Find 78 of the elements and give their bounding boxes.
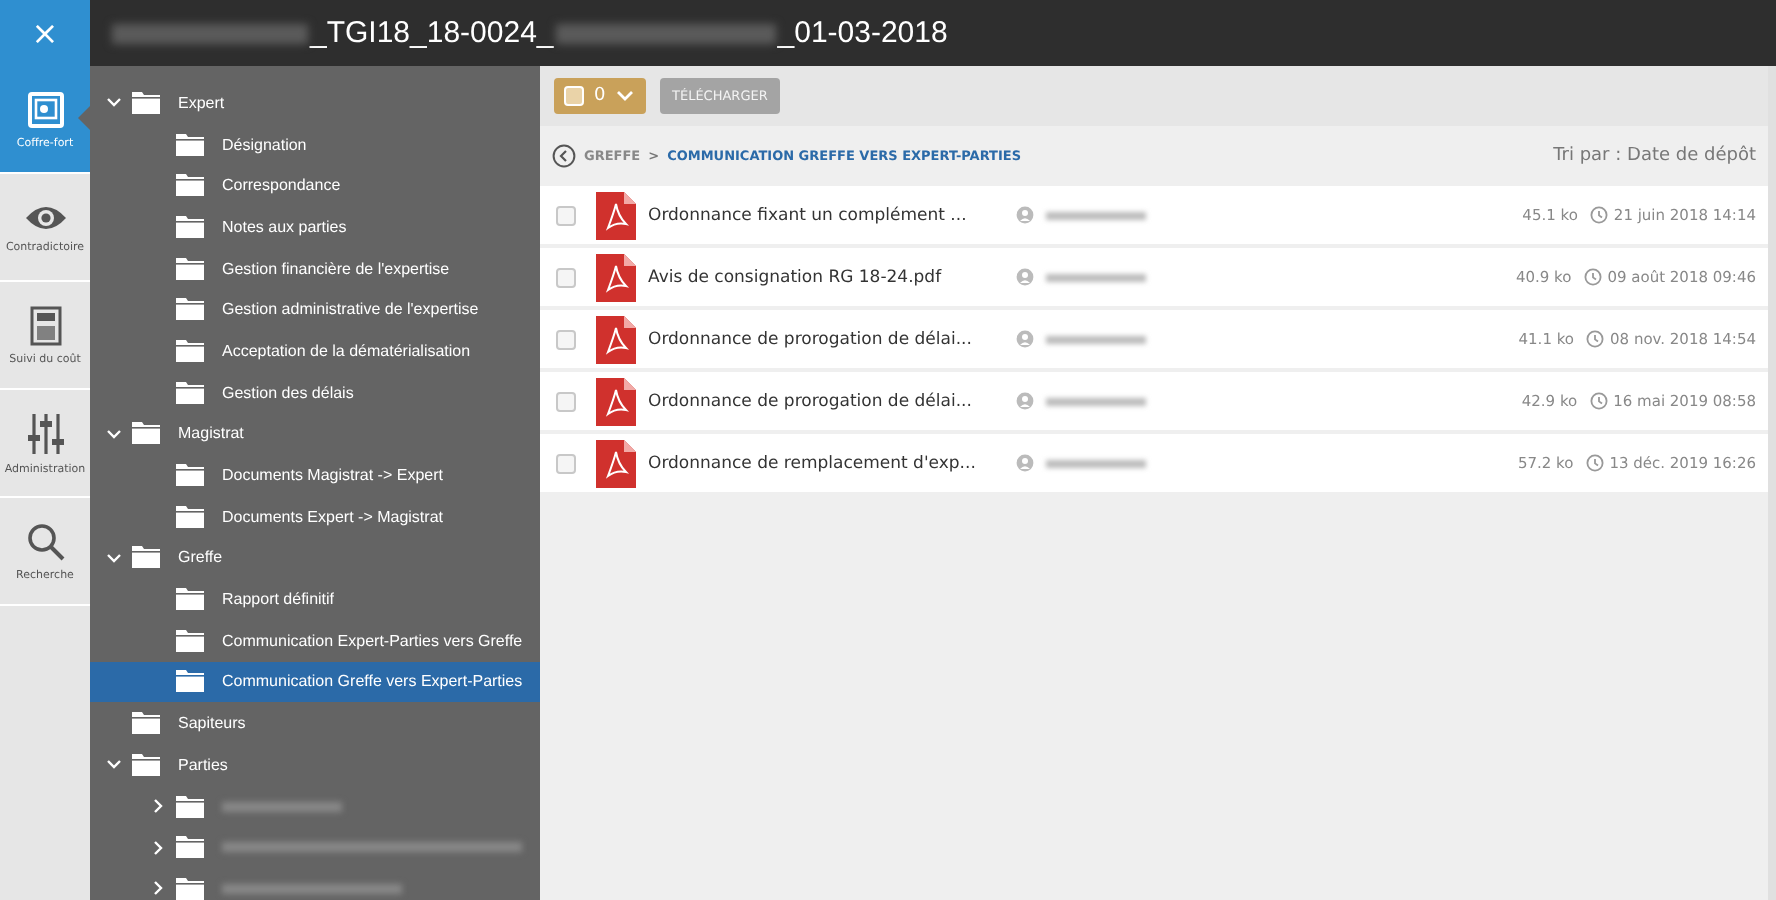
tree-item[interactable]: Expert: [90, 82, 540, 124]
tree-item[interactable]: Gestion administrative de l'expertise: [90, 288, 540, 331]
tree-item[interactable]: Correspondance: [90, 164, 540, 207]
file-name[interactable]: Ordonnance de prorogation de délai...: [648, 329, 1004, 349]
folder-icon: [176, 629, 204, 652]
tree-item[interactable]: Communication Expert-Parties vers Greffe: [90, 619, 540, 662]
tree-item[interactable]: Désignation: [90, 123, 540, 165]
close-button[interactable]: ×: [0, 0, 90, 66]
tree-item[interactable]: Documents Magistrat -> Expert: [90, 454, 540, 496]
window-title: _01-03-2018: [777, 16, 948, 50]
folder-icon: [132, 712, 160, 735]
folder-icon: [176, 795, 204, 818]
folder-icon: [132, 546, 160, 569]
file-name[interactable]: Ordonnance fixant un complément ...: [648, 205, 1004, 225]
sort-label[interactable]: Tri par : Date de dépôt: [1553, 146, 1756, 166]
upload-clock-icon: [1583, 268, 1602, 286]
checkbox[interactable]: [556, 205, 576, 225]
user-icon: [1016, 330, 1034, 348]
user-icon: [1016, 206, 1034, 224]
folder-icon: [176, 464, 204, 487]
folder-icon: [176, 339, 204, 362]
tree-item[interactable]: Gestion financière de l'expertise: [90, 247, 540, 289]
back-icon[interactable]: [552, 144, 576, 168]
checkbox[interactable]: [556, 329, 576, 349]
folder-icon: [176, 174, 204, 197]
folder-icon: [176, 298, 204, 321]
tree-item[interactable]: Parties: [90, 744, 540, 786]
upload-clock-icon: [1589, 392, 1608, 410]
folder-icon: [132, 422, 160, 445]
checkbox[interactable]: [556, 391, 576, 411]
caret-icon: [615, 90, 634, 102]
tree-item[interactable]: Acceptation de la dématérialisation: [90, 330, 540, 372]
checkbox[interactable]: [556, 267, 576, 287]
folder-icon: [176, 836, 204, 859]
window-title: _TGI18_18-0024_: [310, 16, 554, 50]
tree-item[interactable]: Greffe: [90, 537, 540, 579]
tree-item[interactable]: Rapport définitif: [90, 578, 540, 620]
user-icon: [1016, 454, 1034, 472]
redacted-text: [1046, 397, 1146, 405]
safe-icon: [25, 89, 65, 129]
redacted-text: [1046, 335, 1146, 343]
folder-icon: [176, 215, 204, 238]
folder-icon: [176, 257, 204, 280]
eye-icon: [23, 201, 67, 233]
pdf-icon: [596, 253, 636, 301]
upload-clock-icon: [1589, 206, 1608, 224]
pdf-icon: [596, 191, 636, 239]
redacted-text: [1046, 459, 1146, 467]
tree-item[interactable]: Gestion des délais: [90, 371, 540, 413]
folder-icon: [176, 670, 204, 693]
user-icon: [1016, 268, 1034, 286]
upload-clock-icon: [1586, 330, 1605, 348]
search-icon: [25, 521, 65, 561]
folder-icon: [176, 133, 204, 156]
user-icon: [1016, 392, 1034, 410]
checkbox[interactable]: [556, 453, 576, 473]
pdf-icon: [596, 315, 636, 363]
sliders-icon: [25, 411, 65, 455]
tree-item[interactable]: Magistrat: [90, 413, 540, 455]
folder-icon: [132, 753, 160, 776]
tree-item[interactable]: Notes aux parties: [90, 206, 540, 248]
pdf-icon: [596, 377, 636, 425]
folder-icon: [176, 588, 204, 611]
tree-item[interactable]: Documents Expert -> Magistrat: [90, 495, 540, 538]
tree-item[interactable]: Sapiteurs: [90, 702, 540, 744]
tree-item[interactable]: Communication Greffe vers Expert-Parties: [90, 661, 540, 703]
file-name[interactable]: Ordonnance de prorogation de délai...: [648, 391, 1004, 411]
upload-clock-icon: [1585, 454, 1604, 472]
folder-icon: [132, 91, 160, 114]
redacted-text: [1046, 273, 1146, 281]
calculator-icon: [29, 305, 61, 345]
file-name[interactable]: Ordonnance de remplacement d'exp...: [648, 453, 1004, 473]
redacted-text: [222, 801, 342, 812]
file-name[interactable]: Avis de consignation RG 18-24.pdf: [648, 267, 1004, 287]
folder-icon: [176, 505, 204, 528]
redacted-text: [1046, 211, 1146, 219]
folder-icon: [176, 381, 204, 404]
pdf-icon: [596, 439, 636, 487]
